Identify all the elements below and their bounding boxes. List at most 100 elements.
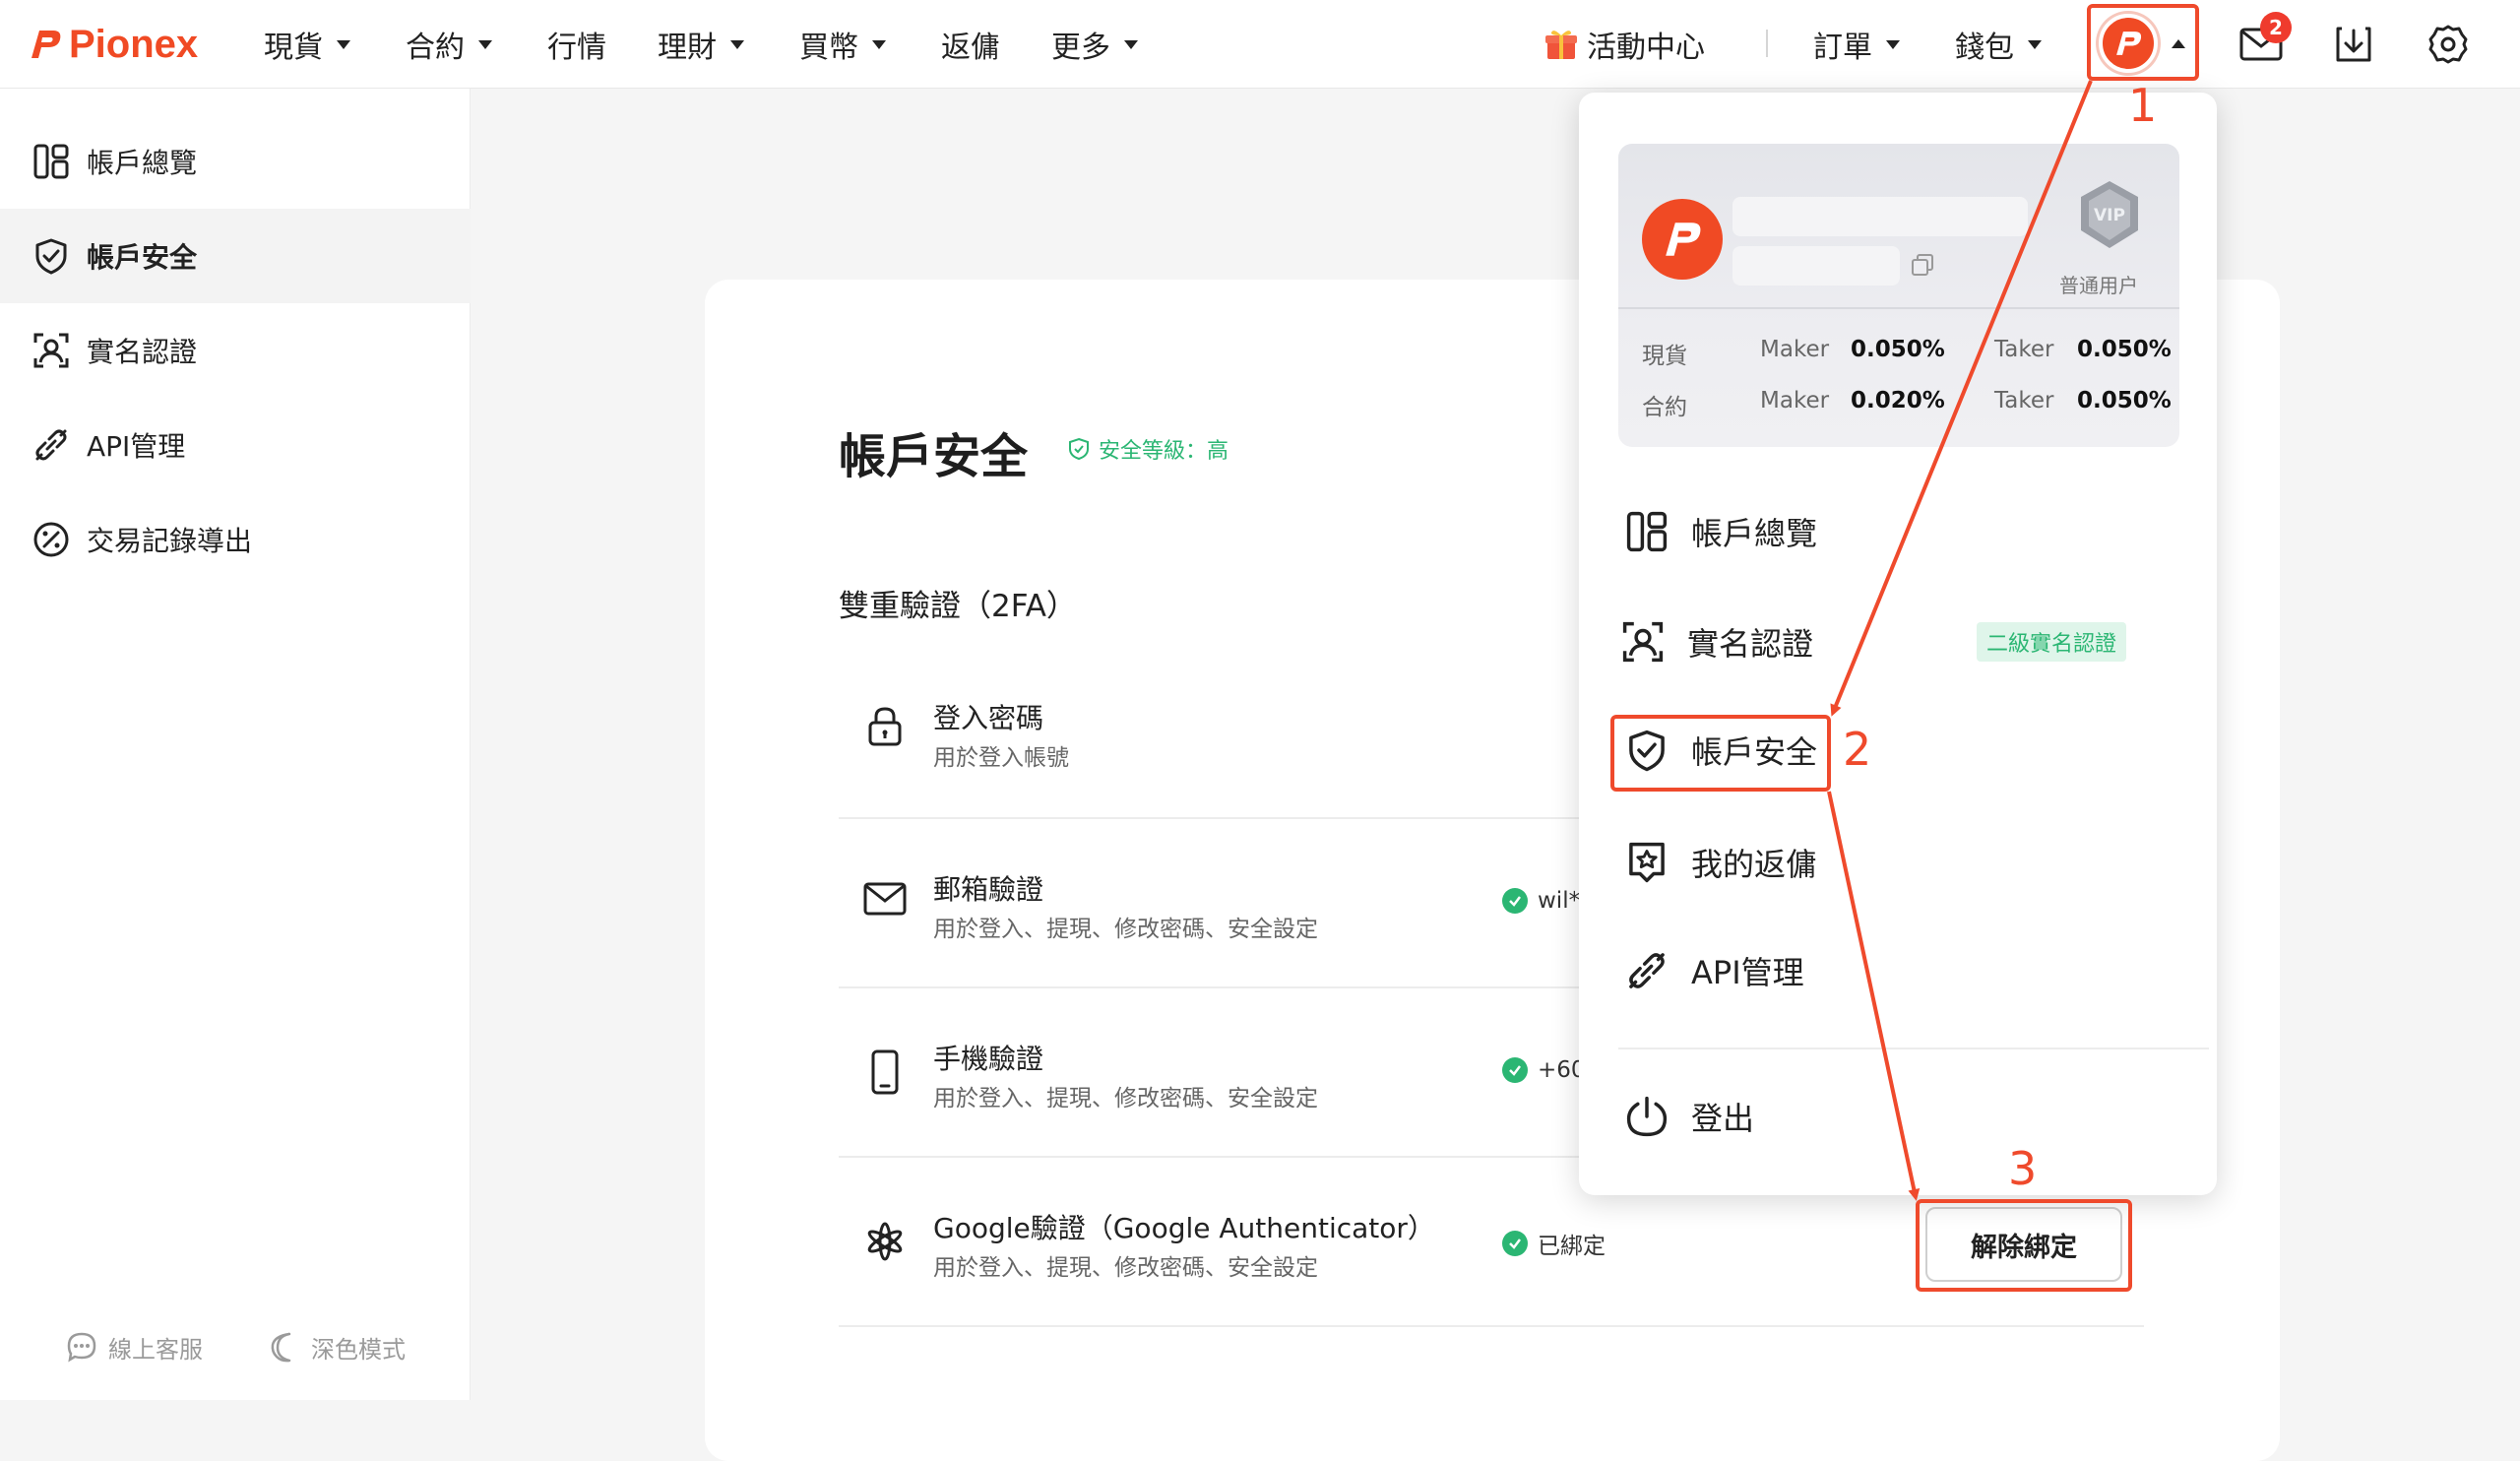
gift-icon	[1545, 31, 1577, 59]
row-status: +60	[1502, 1057, 1586, 1083]
menu-item-api[interactable]: API管理	[1624, 931, 1804, 1010]
authenticator-icon	[867, 1222, 903, 1261]
row-desc: 用於登入、提現、修改密碼、安全設定	[933, 917, 1318, 942]
caret-down-icon	[1886, 39, 1900, 49]
security-level-text: 安全等級：高	[1099, 439, 1229, 464]
menu-item-label: 帳戶總覽	[1691, 515, 1818, 552]
nav-earn[interactable]: 理財	[658, 22, 744, 67]
row-desc: 用於登入、提現、修改密碼、安全設定	[933, 1255, 1318, 1281]
nav-rebate[interactable]: 返傭	[941, 22, 1000, 67]
shield-check-icon	[1069, 437, 1089, 461]
settings-button[interactable]	[2424, 20, 2473, 69]
nav-buy-label: 買幣	[799, 31, 858, 65]
sidebar: 帳戶總覽 帳戶安全 實名認證 API管理 交易記錄導出 線上客服 深色模式	[0, 89, 471, 1400]
caret-down-icon	[337, 39, 350, 49]
user-dropdown-menu: VIP 普通用户 現貨 Maker 0.050% Taker 0.050% 合約…	[1579, 93, 2217, 1195]
security-level-badge: 安全等級：高	[1067, 433, 1228, 465]
row-title: 手機驗證	[933, 1043, 1044, 1075]
row-title: 登入密碼	[933, 702, 1044, 734]
dashboard-icon	[1626, 511, 1668, 552]
fee-futures-taker: 0.050%	[2077, 388, 2172, 413]
nav-market-label: 行情	[547, 31, 606, 65]
fee-taker-label: Taker	[1994, 388, 2054, 413]
nav-buy[interactable]: 買幣	[799, 22, 886, 67]
shield-check-icon	[35, 238, 67, 275]
page-title: 帳戶安全	[839, 429, 1029, 484]
nav-spot-label: 現貨	[264, 31, 323, 65]
api-link-icon	[1629, 953, 1665, 988]
download-button[interactable]	[2329, 20, 2378, 69]
row-divider	[839, 1325, 2144, 1327]
moon-icon	[271, 1332, 291, 1363]
sidebar-item-label: 帳戶安全	[87, 241, 198, 274]
row-status-text: wil*	[1538, 888, 1581, 914]
nav-events[interactable]: 活動中心	[1544, 22, 1705, 67]
sidebar-item-kyc[interactable]: 實名認證	[0, 303, 471, 398]
user-verify-icon	[1622, 621, 1664, 663]
brand-name: Pionex	[69, 22, 199, 66]
pionex-avatar-icon	[1666, 222, 1701, 256]
annotation-box-step1	[2087, 4, 2199, 81]
nav-more[interactable]: 更多	[1051, 22, 1138, 67]
sidebar-item-security[interactable]: 帳戶安全	[0, 209, 471, 303]
user-type-label: 普通用户	[2059, 274, 2138, 297]
api-link-icon	[35, 429, 67, 461]
fee-taker-label: Taker	[1994, 337, 2054, 362]
online-support-button[interactable]: 線上客服	[65, 1327, 203, 1366]
nav-market[interactable]: 行情	[547, 22, 606, 67]
nav-futures-label: 合約	[406, 31, 465, 65]
menu-item-label: 我的返傭	[1691, 846, 1818, 883]
dark-mode-label: 深色模式	[311, 1335, 406, 1364]
fee-spot-label: 現貨	[1642, 344, 1687, 369]
dashboard-icon	[33, 144, 69, 179]
caret-down-icon	[730, 39, 744, 49]
section-2fa-heading: 雙重驗證（2FA）	[839, 589, 1077, 624]
menu-item-kyc[interactable]: 實名認證	[1620, 603, 1813, 681]
row-status: wil*	[1502, 888, 1580, 914]
annotation-number-step1: 1	[2128, 79, 2158, 132]
pionex-logo-icon	[32, 31, 61, 58]
caret-down-icon	[1124, 39, 1138, 49]
check-circle-icon	[1502, 888, 1528, 914]
messages-button[interactable]: 2	[2236, 12, 2292, 69]
annotation-number-step3: 3	[2008, 1142, 2038, 1195]
sidebar-item-overview[interactable]: 帳戶總覽	[0, 114, 471, 209]
fee-maker-label: Maker	[1760, 388, 1830, 413]
nav-orders[interactable]: 訂單	[1813, 22, 1900, 67]
nav-spot[interactable]: 現貨	[264, 22, 350, 67]
star-frame-icon	[1629, 842, 1665, 883]
sidebar-item-api[interactable]: API管理	[0, 398, 471, 492]
row-title: Google驗證（Google Authenticator）	[933, 1212, 1435, 1244]
nav-earn-label: 理財	[658, 31, 717, 65]
row-status: 已綁定	[1502, 1227, 1606, 1260]
uid-placeholder	[1732, 246, 1900, 286]
sidebar-item-export[interactable]: 交易記錄導出	[0, 492, 471, 587]
nav-wallet[interactable]: 錢包	[1955, 22, 2042, 67]
menu-item-overview[interactable]: 帳戶總覽	[1624, 492, 1817, 571]
menu-item-rebate[interactable]: 我的返傭	[1624, 823, 1817, 902]
username-placeholder	[1732, 197, 2028, 236]
vip-badge-icon: VIP	[2081, 181, 2138, 248]
menu-item-logout[interactable]: 登出	[1624, 1077, 1754, 1156]
fee-futures-label: 合約	[1642, 395, 1687, 420]
annotation-number-step2: 2	[1843, 723, 1872, 776]
pionex-logo[interactable]: Pionex	[26, 22, 198, 67]
fee-spot-maker: 0.050%	[1851, 337, 1945, 362]
caret-down-icon	[872, 39, 886, 49]
dark-mode-toggle[interactable]: 深色模式	[268, 1327, 406, 1366]
nav-futures[interactable]: 合約	[406, 22, 492, 67]
row-desc: 用於登入、提現、修改密碼、安全設定	[933, 1086, 1318, 1112]
check-circle-icon	[1502, 1057, 1528, 1083]
nav-rebate-label: 返傭	[941, 31, 1000, 65]
lock-icon	[868, 707, 902, 746]
fee-futures-maker: 0.020%	[1851, 388, 1945, 413]
sidebar-item-label: 實名認證	[87, 336, 198, 368]
fee-spot-taker: 0.050%	[2077, 337, 2172, 362]
download-icon	[2336, 27, 2371, 62]
menu-item-label: 登出	[1691, 1100, 1755, 1137]
gear-icon	[2428, 25, 2468, 64]
user-verify-icon	[33, 333, 69, 368]
copy-icon[interactable]	[1910, 252, 1935, 278]
online-support-label: 線上客服	[108, 1335, 203, 1364]
nav-more-label: 更多	[1051, 31, 1110, 65]
